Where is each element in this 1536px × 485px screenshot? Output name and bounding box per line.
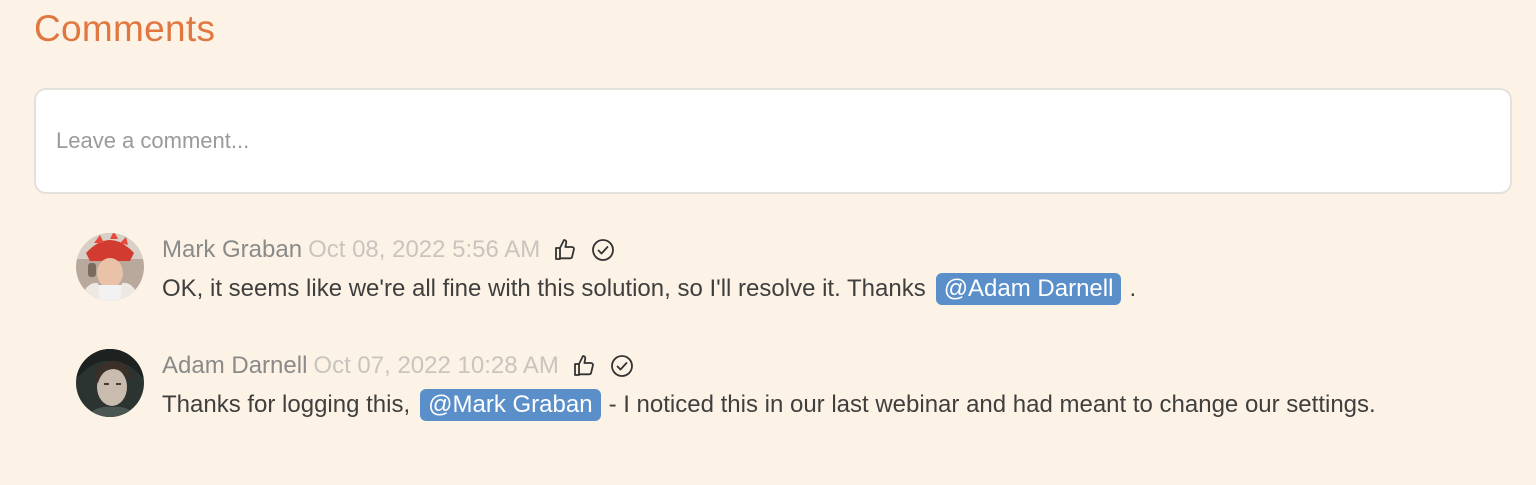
check-circle-icon[interactable] — [590, 237, 616, 263]
thumbs-up-icon[interactable] — [571, 353, 597, 379]
comment-timestamp: Oct 07, 2022 10:28 AM — [313, 352, 559, 379]
comment-text: OK, it seems like we're all fine with th… — [162, 271, 1136, 307]
comment-input[interactable] — [34, 88, 1512, 194]
comment-item: Adam Darnell Oct 07, 2022 10:28 AM Thank… — [76, 349, 1516, 421]
comment-timestamp: Oct 08, 2022 5:56 AM — [308, 236, 541, 263]
mention-tag[interactable]: @Adam Darnell — [935, 273, 1122, 305]
comment-author[interactable]: Adam Darnell — [162, 352, 307, 380]
comment-text-before: Thanks for logging this, — [162, 391, 411, 418]
comments-heading: Comments — [34, 8, 216, 49]
comment-item: Mark Graban Oct 08, 2022 5:56 AM OK, it … — [76, 233, 1516, 305]
comment-meta: Mark Graban Oct 08, 2022 5:56 AM — [162, 233, 616, 267]
comment-meta: Adam Darnell Oct 07, 2022 10:28 AM — [162, 349, 635, 383]
comment-text: Thanks for logging this, @Mark Graban - … — [162, 387, 1376, 423]
comment-text-after: - I noticed this in our last webinar and… — [608, 391, 1376, 418]
mention-tag[interactable]: @Mark Graban — [420, 389, 601, 421]
avatar-mark-graban[interactable] — [76, 233, 144, 301]
check-circle-icon[interactable] — [609, 353, 635, 379]
comment-text-after: . — [1129, 275, 1137, 302]
comment-text-before: OK, it seems like we're all fine with th… — [162, 275, 926, 302]
thumbs-up-icon[interactable] — [552, 237, 578, 263]
comment-author[interactable]: Mark Graban — [162, 236, 302, 264]
avatar-adam-darnell[interactable] — [76, 349, 144, 417]
